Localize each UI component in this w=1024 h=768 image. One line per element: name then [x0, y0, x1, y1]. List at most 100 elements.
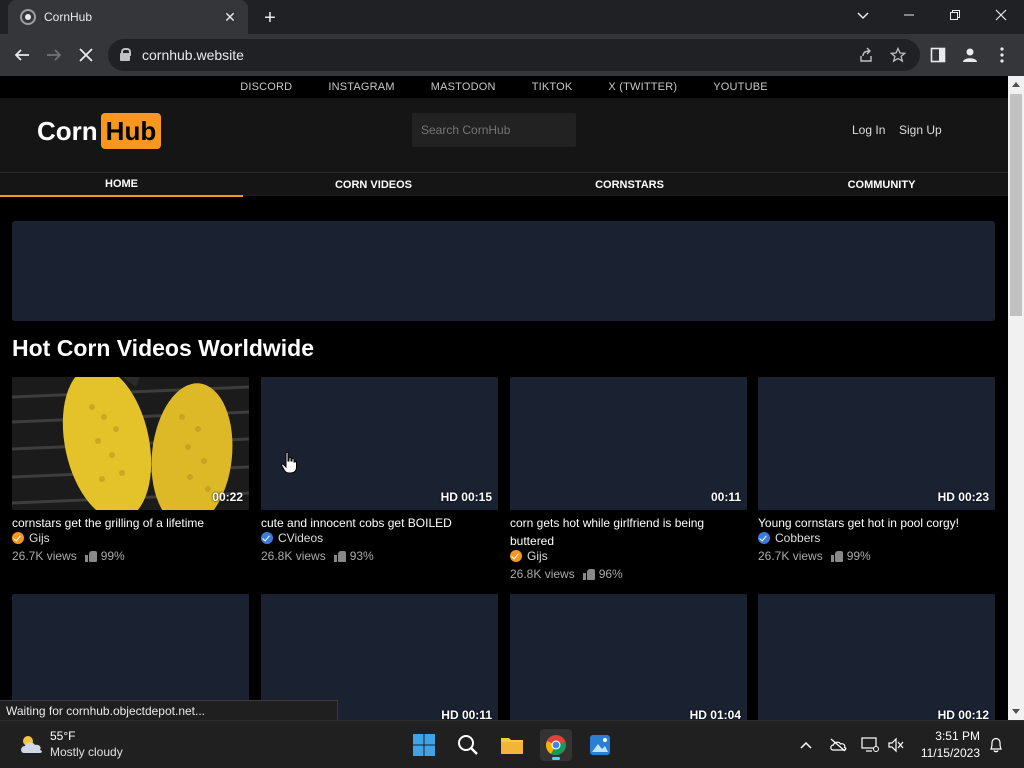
- verified-badge-icon: [12, 532, 24, 544]
- weather-description[interactable]: Mostly cloudy: [50, 745, 123, 759]
- logo-text-corn: Corn: [37, 115, 98, 146]
- video-title[interactable]: Young cornstars get hot in pool corgy!: [758, 514, 995, 532]
- browser-tab[interactable]: CornHub ✕: [8, 0, 248, 34]
- nav-cornstars[interactable]: CORNSTARS: [508, 173, 751, 197]
- video-thumbnail[interactable]: HD 00:15: [261, 377, 498, 510]
- ad-banner-placeholder[interactable]: [12, 221, 995, 321]
- side-panel-icon[interactable]: [926, 43, 950, 67]
- tray-overflow-chevron-icon[interactable]: [796, 735, 816, 755]
- verified-badge-icon: [758, 532, 770, 544]
- page-scrollbar[interactable]: [1008, 76, 1024, 720]
- start-windows-icon[interactable]: [408, 729, 440, 761]
- scroll-up-arrow-icon[interactable]: [1012, 82, 1020, 87]
- stop-loading-icon[interactable]: [74, 43, 98, 67]
- network-icon[interactable]: [860, 735, 880, 755]
- browser-toolbar: cornhub.website: [0, 34, 1024, 76]
- video-title[interactable]: cute and innocent cobs get BOILED: [261, 514, 498, 532]
- section-title: Hot Corn Videos Worldwide: [12, 335, 314, 361]
- uploader[interactable]: Gijs: [510, 549, 548, 563]
- volume-muted-icon[interactable]: [886, 735, 906, 755]
- verified-badge-icon: [510, 550, 522, 562]
- login-link[interactable]: Log In: [852, 123, 885, 137]
- clock-date[interactable]: 11/15/2023: [921, 746, 980, 760]
- nav-corn-videos[interactable]: CORN VIDEOS: [252, 173, 495, 197]
- social-link-discord[interactable]: DISCORD: [240, 81, 292, 93]
- video-card[interactable]: HD 00:23 Young cornstars get hot in pool…: [758, 377, 995, 587]
- uploader-name[interactable]: Gijs: [527, 549, 548, 563]
- uploader-name[interactable]: Gijs: [29, 531, 50, 545]
- weather-temperature[interactable]: 55°F: [50, 729, 75, 743]
- video-card[interactable]: 00:22 cornstars get the grilling of a li…: [12, 377, 249, 587]
- video-thumbnail[interactable]: HD 00:12: [758, 594, 995, 720]
- social-links-bar: DISCORD INSTAGRAM MASTODON TIKTOK X (TWI…: [0, 76, 1008, 98]
- rating: 99%: [100, 549, 125, 563]
- video-thumbnail[interactable]: 00:11: [510, 377, 747, 510]
- rating: 93%: [349, 549, 374, 563]
- uploader[interactable]: Gijs: [12, 531, 50, 545]
- nav-community[interactable]: COMMUNITY: [760, 173, 1003, 197]
- window-controls: [886, 0, 1024, 34]
- video-duration: HD 00:12: [937, 708, 989, 720]
- site-logo[interactable]: Corn Hub: [37, 113, 162, 149]
- video-thumbnail[interactable]: HD 01:04: [510, 594, 747, 720]
- social-link-x[interactable]: X (TWITTER): [608, 81, 677, 93]
- browser-status-text: Waiting for cornhub.objectdepot.net...: [0, 700, 338, 720]
- restore-button[interactable]: [932, 0, 978, 30]
- social-link-tiktok[interactable]: TIKTOK: [532, 81, 573, 93]
- minimize-button[interactable]: [886, 0, 932, 30]
- video-duration: HD 01:04: [689, 708, 741, 720]
- view-count: 26.7K views: [758, 549, 823, 563]
- kebab-menu-icon[interactable]: [990, 43, 1014, 67]
- clock-time[interactable]: 3:51 PM: [935, 729, 980, 743]
- video-duration: 00:11: [710, 490, 741, 504]
- thumbs-up-icon: [84, 550, 98, 562]
- scroll-down-arrow-icon[interactable]: [1012, 709, 1020, 714]
- chrome-icon[interactable]: [540, 729, 572, 761]
- lock-icon[interactable]: [120, 48, 131, 61]
- scrollbar-thumb[interactable]: [1010, 94, 1022, 316]
- uploader-name[interactable]: Cobbers: [775, 531, 820, 545]
- verified-badge-icon: [261, 532, 273, 544]
- onedrive-offline-icon[interactable]: [828, 735, 848, 755]
- share-icon[interactable]: [856, 45, 876, 65]
- social-link-youtube[interactable]: YOUTUBE: [713, 81, 768, 93]
- url-text[interactable]: cornhub.website: [142, 47, 244, 63]
- tab-search-chevron-icon[interactable]: [850, 4, 876, 28]
- bookmark-star-icon[interactable]: [888, 45, 908, 65]
- close-window-button[interactable]: [978, 0, 1024, 30]
- social-link-mastodon[interactable]: MASTODON: [431, 81, 496, 93]
- forward-arrow-icon[interactable]: [42, 43, 66, 67]
- thumbs-up-icon: [333, 550, 347, 562]
- video-thumbnail[interactable]: HD 00:23: [758, 377, 995, 510]
- back-arrow-icon[interactable]: [10, 43, 34, 67]
- video-thumbnail[interactable]: 00:22: [12, 377, 249, 510]
- profile-icon[interactable]: [958, 43, 982, 67]
- nav-home[interactable]: HOME: [0, 173, 243, 197]
- video-title[interactable]: corn gets hot while girlfriend is being …: [510, 514, 747, 550]
- active-app-indicator: [552, 757, 560, 760]
- uploader-name[interactable]: CVideos: [278, 531, 323, 545]
- video-stats: 26.7K views 99%: [758, 549, 871, 563]
- notification-bell-icon[interactable]: [986, 735, 1006, 755]
- new-tab-button[interactable]: +: [258, 6, 282, 30]
- weather-cloud-icon[interactable]: [18, 733, 46, 755]
- video-card[interactable]: 00:11 corn gets hot while girlfriend is …: [510, 377, 747, 587]
- logo-text-hub: Hub: [100, 113, 162, 149]
- social-link-instagram[interactable]: INSTAGRAM: [328, 81, 394, 93]
- video-card[interactable]: HD 00:12: [758, 594, 995, 720]
- thumbs-up-icon: [582, 568, 596, 580]
- signup-link[interactable]: Sign Up: [899, 123, 942, 137]
- file-explorer-icon[interactable]: [496, 729, 528, 761]
- uploader[interactable]: Cobbers: [758, 531, 820, 545]
- photos-app-icon[interactable]: [584, 729, 616, 761]
- video-card[interactable]: HD 01:04: [510, 594, 747, 720]
- uploader[interactable]: CVideos: [261, 531, 323, 545]
- search-icon[interactable]: [452, 729, 484, 761]
- search-input[interactable]: [412, 113, 576, 147]
- address-bar[interactable]: cornhub.website: [108, 39, 920, 71]
- view-count: 26.8K views: [510, 567, 575, 581]
- site-favicon-icon: [20, 9, 36, 25]
- video-title[interactable]: cornstars get the grilling of a lifetime: [12, 514, 249, 532]
- close-tab-icon[interactable]: ✕: [220, 7, 240, 27]
- video-card[interactable]: HD 00:15 cute and innocent cobs get BOIL…: [261, 377, 498, 587]
